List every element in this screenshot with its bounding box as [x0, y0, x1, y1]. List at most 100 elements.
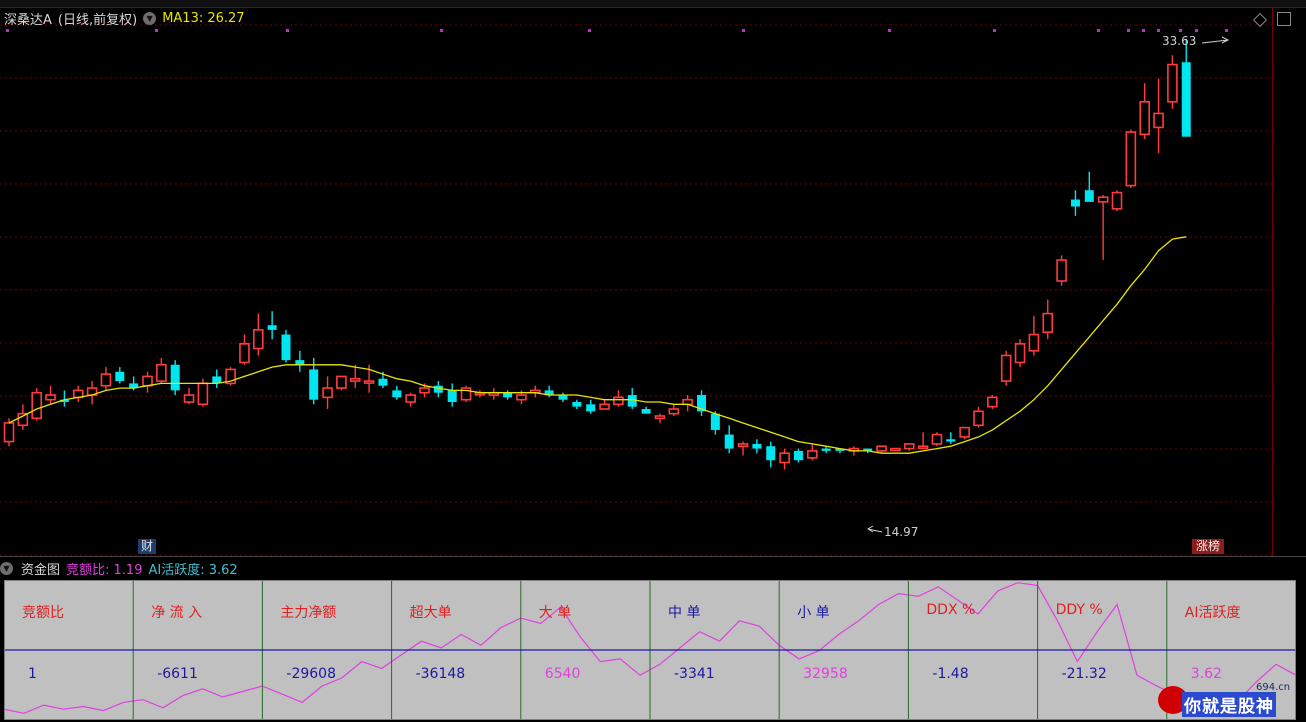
candle-body-up — [1014, 343, 1026, 364]
event-dot — [1097, 29, 1100, 32]
fund-chart-name[interactable]: 资金图 — [21, 559, 60, 578]
candle-body-up — [931, 433, 943, 445]
rise-rank-badge[interactable]: 涨榜 — [1192, 539, 1225, 554]
event-dot — [588, 29, 591, 32]
fund-header-row: ▼ 资金图 竞额比: 1.19 AI活跃度: 3.62 — [0, 556, 1306, 579]
candle-body-up — [654, 415, 666, 420]
candle-body-up — [363, 380, 375, 384]
candle-body-up — [142, 375, 153, 387]
table-value-cell: -21.32 — [1061, 666, 1107, 682]
candle-body-up — [3, 422, 15, 443]
candle-body-up — [239, 343, 250, 364]
table-header-cell: 竞额比 — [22, 605, 64, 621]
event-dot — [1142, 29, 1145, 32]
candlestick-chart[interactable] — [0, 7, 1272, 556]
candle-body-down — [572, 402, 582, 407]
candle-body-up — [737, 443, 749, 448]
event-dot — [888, 29, 891, 32]
candle-body-up — [682, 398, 693, 406]
candle-body-up — [1028, 333, 1040, 352]
candle-body-down — [309, 369, 319, 400]
table-header-cell: AI活跃度 — [1184, 605, 1241, 621]
event-dot — [1179, 29, 1182, 32]
kline-panel[interactable] — [0, 7, 1272, 556]
event-dot — [1195, 29, 1198, 32]
candle-body-down — [392, 390, 402, 398]
fund-ratio-value: 竞额比: 1.19 — [66, 562, 143, 578]
chart-mode: (日线,前复权) — [57, 12, 138, 28]
candle-body-down — [281, 334, 291, 361]
candle-body-up — [959, 426, 970, 438]
candle-body-up — [322, 387, 333, 399]
event-dot — [1157, 29, 1160, 32]
chart-title-row: 深桑达A (日线,前复权) ▼ MA13: 26.27 — [4, 9, 245, 28]
candle-body-down — [1070, 199, 1080, 207]
table-value-cell: -3341 — [674, 666, 715, 682]
candle-body-up — [405, 394, 416, 403]
table-value-cell: 6540 — [544, 666, 581, 682]
high-price-label: 33.63 — [1162, 34, 1197, 48]
candle-body-down — [115, 371, 125, 382]
event-dot — [286, 29, 289, 32]
candle-body-up — [1125, 131, 1137, 187]
event-dot — [1127, 29, 1130, 32]
candle-body-up — [1056, 259, 1067, 282]
table-header-cell: 小 单 — [797, 605, 830, 621]
candle-body-up — [890, 447, 901, 452]
fund-ai-value: AI活跃度: 3.62 — [148, 562, 238, 578]
finance-badge[interactable]: 财 — [138, 539, 157, 554]
candle-body-up — [1167, 63, 1178, 103]
candle-body-down — [1181, 62, 1191, 137]
candle-body-up — [876, 445, 887, 452]
candle-body-up — [1000, 354, 1012, 382]
candle-body-up — [183, 394, 195, 403]
table-header-cell: 大 单 — [538, 605, 572, 621]
candle-body-up — [1097, 196, 1109, 203]
candle-body-up — [613, 396, 624, 406]
candle-body-down — [1084, 190, 1094, 202]
event-dot — [6, 29, 9, 32]
watermark: 694.cn 你就是股神 — [1150, 676, 1300, 720]
candle-body-down — [447, 390, 457, 403]
candle-body-up — [1153, 112, 1164, 129]
candle-body-up — [31, 391, 43, 420]
candle-body-down — [586, 404, 596, 412]
candle-body-up — [336, 375, 347, 389]
ma13-value: MA13: 26.27 — [162, 10, 245, 26]
candle-body-down — [378, 378, 388, 386]
candle-body-up — [917, 445, 929, 450]
table-value-cell: 1 — [28, 666, 37, 682]
candle-body-up — [1042, 312, 1054, 333]
low-price-label: 14.97 — [884, 525, 919, 539]
fund-table: 竞额比 净 流 入 主力净额 超大单 大 单 中 单 小 单 DDX % DDY % AI活跃度 1… — [4, 580, 1296, 720]
ma13-line — [8, 236, 1187, 454]
candle-body-up — [45, 394, 56, 401]
table-value-cell: -6611 — [157, 666, 198, 682]
window-square-icon[interactable] — [1277, 12, 1291, 26]
fund-table-grid — [4, 580, 1296, 720]
candle-body-up — [349, 377, 361, 382]
candle-body-up — [253, 329, 264, 350]
event-dot — [440, 29, 443, 32]
event-dot — [993, 29, 996, 32]
chevron-down-icon[interactable]: ▼ — [143, 11, 157, 25]
candle-body-down — [710, 413, 720, 430]
table-header-cell: 净 流 入 — [151, 605, 203, 621]
table-value-cell: -29608 — [286, 666, 336, 682]
candle-body-down — [752, 443, 762, 449]
candle-body-up — [779, 452, 790, 464]
candle-body-up — [197, 382, 209, 406]
event-dot — [155, 29, 158, 32]
chevron-down-icon[interactable]: ▼ — [0, 561, 13, 575]
watermark-brand: 你就是股神 — [1182, 692, 1276, 717]
candle-body-down — [641, 409, 651, 414]
low-arrow-icon — [867, 525, 883, 533]
candle-body-down — [170, 364, 180, 391]
candle-body-up — [668, 408, 680, 415]
candle-body-down — [821, 448, 831, 451]
table-header-cell: 主力净额 — [280, 605, 337, 621]
candle-body-up — [987, 396, 998, 408]
stock-name: 深桑达A — [4, 12, 52, 28]
candle-body-down — [503, 392, 513, 398]
table-header-cell: DDX % — [926, 602, 976, 618]
